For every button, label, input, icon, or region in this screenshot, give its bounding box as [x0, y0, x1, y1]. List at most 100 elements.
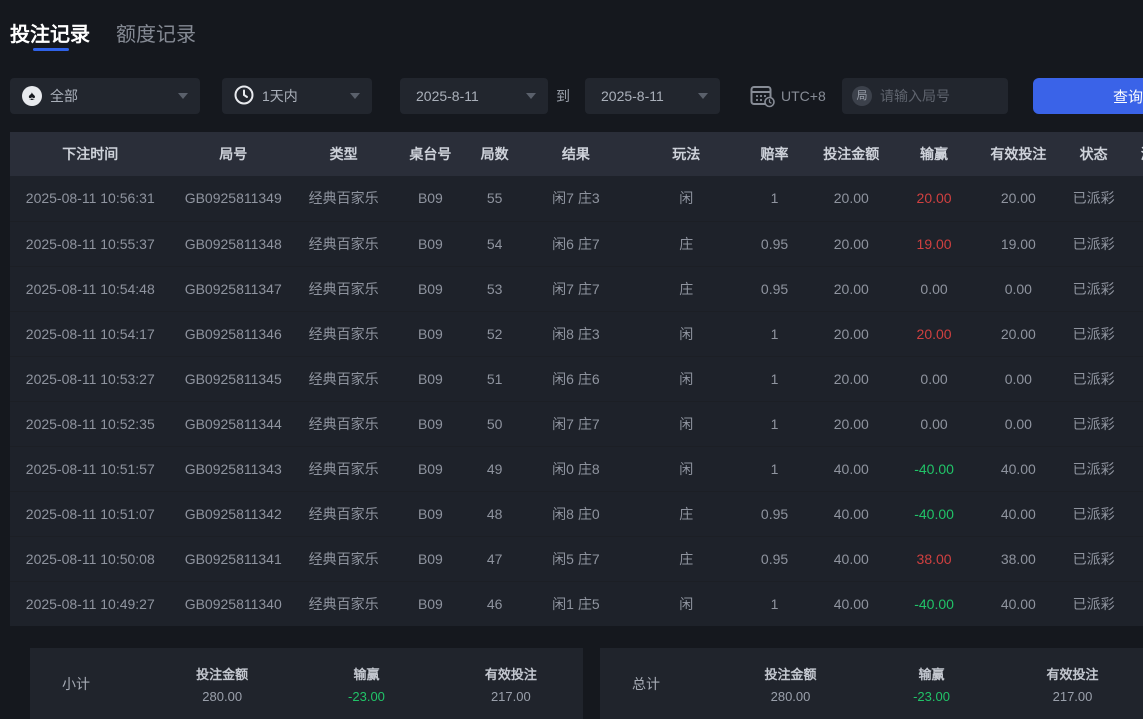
cell-play: 闲 [632, 446, 740, 491]
cell-odds: 0.95 [740, 536, 808, 581]
cell-odds: 0.95 [740, 491, 808, 536]
cell-result: 闲8 庄0 [520, 491, 632, 536]
cell-game: 入 [1125, 221, 1143, 266]
total-valid-stat: 有效投注 217.00 [1002, 664, 1143, 704]
cell-result: 闲0 庄8 [520, 446, 632, 491]
cell-result: 闲8 庄3 [520, 311, 632, 356]
date-from-value: 2025-8-11 [416, 88, 479, 104]
bet-records-table: 下注时间局号类型桌台号局数结果玩法赔率投注金额输赢有效投注状态游戏 2025-0… [10, 132, 1143, 626]
table-row[interactable]: 2025-08-11 10:54:48GB0925811347经典百家乐B095… [10, 266, 1143, 311]
cell-odds: 0.95 [740, 266, 808, 311]
table-row[interactable]: 2025-08-11 10:52:35GB0925811344经典百家乐B095… [10, 401, 1143, 446]
cell-round-no: GB0925811347 [171, 266, 296, 311]
cell-game: 入 [1125, 176, 1143, 221]
cell-valid: 20.00 [974, 311, 1062, 356]
time-range-dropdown[interactable]: 1天内 [222, 78, 372, 114]
subtotal-card: 小计 投注金额 280.00 输赢 -23.00 有效投注 217.00 [30, 648, 583, 719]
cell-valid: 40.00 [974, 446, 1062, 491]
cell-amount: 40.00 [809, 446, 894, 491]
total-winloss-title: 输赢 [861, 664, 1002, 683]
table-row[interactable]: 2025-08-11 10:51:57GB0925811343经典百家乐B094… [10, 446, 1143, 491]
subtotal-winloss-stat: 输赢 -23.00 [294, 664, 438, 704]
cell-result: 闲7 庄7 [520, 266, 632, 311]
cell-game: 入 [1125, 401, 1143, 446]
cell-time: 2025-08-11 10:56:31 [10, 176, 171, 221]
cell-status: 已派彩 [1062, 221, 1124, 266]
table-row[interactable]: 2025-08-11 10:51:07GB0925811342经典百家乐B094… [10, 491, 1143, 536]
cell-table-no: B09 [391, 491, 469, 536]
total-label: 总计 [632, 674, 720, 694]
total-valid-value: 217.00 [1002, 689, 1143, 704]
column-header: 状态 [1062, 132, 1124, 176]
cell-type: 经典百家乐 [296, 221, 391, 266]
table-row[interactable]: 2025-08-11 10:55:37GB0925811348经典百家乐B095… [10, 221, 1143, 266]
cell-table-no: B09 [391, 401, 469, 446]
cell-play: 闲 [632, 356, 740, 401]
cell-amount: 20.00 [809, 221, 894, 266]
column-header: 游戏 [1125, 132, 1143, 176]
cell-game-no: 46 [470, 581, 520, 626]
tab-bet-records[interactable]: 投注记录 [10, 18, 90, 59]
cell-valid: 40.00 [974, 581, 1062, 626]
cell-status: 已派彩 [1062, 581, 1124, 626]
cell-round-no: GB0925811343 [171, 446, 296, 491]
cell-result: 闲1 庄5 [520, 581, 632, 626]
timezone-indicator: UTC+8 [750, 84, 826, 108]
cell-time: 2025-08-11 10:54:48 [10, 266, 171, 311]
date-to-dropdown[interactable]: 2025-8-11 [585, 78, 720, 114]
round-number-input[interactable] [880, 88, 998, 104]
cell-time: 2025-08-11 10:52:35 [10, 401, 171, 446]
cell-play: 闲 [632, 176, 740, 221]
cell-table-no: B09 [391, 176, 469, 221]
cell-type: 经典百家乐 [296, 536, 391, 581]
table-header-row: 下注时间局号类型桌台号局数结果玩法赔率投注金额输赢有效投注状态游戏 [10, 132, 1143, 176]
cell-amount: 40.00 [809, 536, 894, 581]
cell-winloss: -40.00 [894, 491, 974, 536]
total-card: 总计 投注金额 280.00 输赢 -23.00 有效投注 217.00 [600, 648, 1143, 719]
cell-valid: 0.00 [974, 401, 1062, 446]
search-button[interactable]: 查询 [1033, 78, 1143, 114]
cell-round-no: GB0925811345 [171, 356, 296, 401]
table-row[interactable]: 2025-08-11 10:49:27GB0925811340经典百家乐B094… [10, 581, 1143, 626]
table-row[interactable]: 2025-08-11 10:53:27GB0925811345经典百家乐B095… [10, 356, 1143, 401]
total-amount-value: 280.00 [720, 689, 861, 704]
cell-game: 入 [1125, 446, 1143, 491]
column-header: 桌台号 [391, 132, 469, 176]
table-row[interactable]: 2025-08-11 10:56:31GB0925811349经典百家乐B095… [10, 176, 1143, 221]
cell-round-no: GB0925811348 [171, 221, 296, 266]
total-amount-title: 投注金额 [720, 664, 861, 683]
cell-amount: 20.00 [809, 401, 894, 446]
cell-winloss: -40.00 [894, 581, 974, 626]
cell-game: 入 [1125, 311, 1143, 356]
date-to-value: 2025-8-11 [601, 88, 664, 104]
spade-icon: ♠ [22, 86, 42, 106]
cell-odds: 1 [740, 176, 808, 221]
cell-game-no: 53 [470, 266, 520, 311]
cell-result: 闲7 庄7 [520, 401, 632, 446]
cell-type: 经典百家乐 [296, 356, 391, 401]
cell-odds: 1 [740, 446, 808, 491]
game-type-dropdown[interactable]: ♠ 全部 [10, 78, 200, 114]
column-header: 赔率 [740, 132, 808, 176]
cell-play: 庄 [632, 491, 740, 536]
table-row[interactable]: 2025-08-11 10:50:08GB0925811341经典百家乐B094… [10, 536, 1143, 581]
column-header: 有效投注 [974, 132, 1062, 176]
cell-game-no: 54 [470, 221, 520, 266]
cell-result: 闲5 庄7 [520, 536, 632, 581]
cell-status: 已派彩 [1062, 491, 1124, 536]
cell-play: 庄 [632, 221, 740, 266]
cell-time: 2025-08-11 10:51:57 [10, 446, 171, 491]
date-from-dropdown[interactable]: 2025-8-11 [400, 78, 548, 114]
cell-odds: 0.95 [740, 221, 808, 266]
cell-round-no: GB0925811342 [171, 491, 296, 536]
cell-game-no: 51 [470, 356, 520, 401]
tab-quota-records[interactable]: 额度记录 [116, 18, 196, 59]
cell-type: 经典百家乐 [296, 401, 391, 446]
cell-winloss: 19.00 [894, 221, 974, 266]
cell-type: 经典百家乐 [296, 446, 391, 491]
cell-time: 2025-08-11 10:49:27 [10, 581, 171, 626]
table-row[interactable]: 2025-08-11 10:54:17GB0925811346经典百家乐B095… [10, 311, 1143, 356]
subtotal-amount-value: 280.00 [150, 689, 294, 704]
cell-odds: 1 [740, 581, 808, 626]
cell-game: 入 [1125, 536, 1143, 581]
